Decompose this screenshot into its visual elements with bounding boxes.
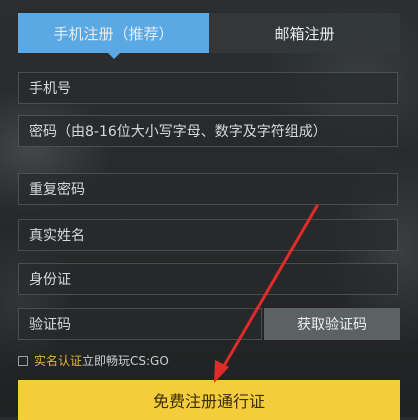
arrow-shaft bbox=[219, 204, 319, 373]
red-arrow-annotation bbox=[214, 204, 319, 383]
